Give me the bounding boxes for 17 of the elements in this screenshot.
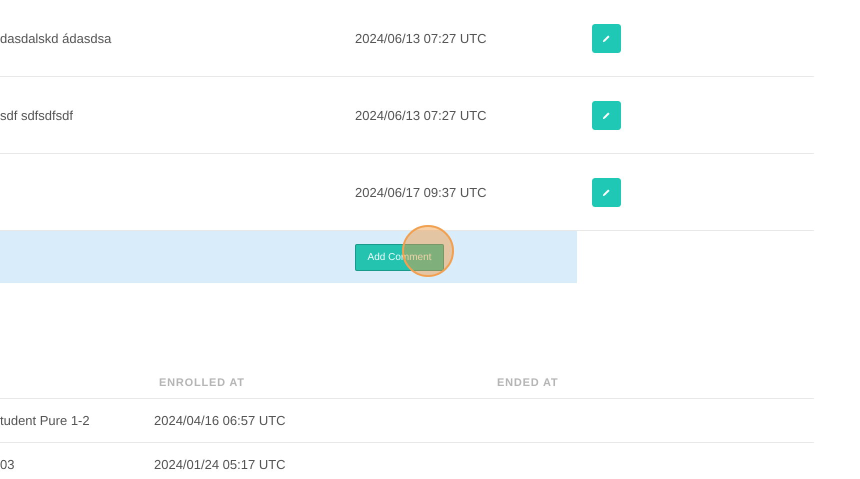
comment-text: sdf sdfsdfsdf	[0, 108, 73, 122]
pencil-icon	[602, 188, 611, 196]
column-header: ENDED AT	[497, 377, 558, 389]
table-cell: 2024/04/16 06:57 UTC	[154, 413, 286, 428]
comment-date: 2024/06/17 09:37 UTC	[355, 184, 487, 200]
pencil-icon	[602, 34, 611, 42]
comment-text: dasdalskd ádasdsa	[0, 30, 112, 46]
table-cell: 03	[0, 457, 14, 472]
edit-button[interactable]	[592, 178, 621, 206]
edit-button[interactable]	[592, 24, 621, 52]
column-header: ENROLLED AT	[159, 377, 245, 389]
table-cell: tudent Pure 1-2	[0, 413, 90, 428]
edit-button[interactable]	[592, 100, 621, 130]
pencil-icon	[602, 110, 611, 120]
table-cell: 2024/01/24 05:17 UTC	[154, 457, 286, 472]
comment-date: 2024/06/13 07:27 UTC	[355, 30, 487, 46]
comment-date: 2024/06/13 07:27 UTC	[355, 108, 487, 122]
